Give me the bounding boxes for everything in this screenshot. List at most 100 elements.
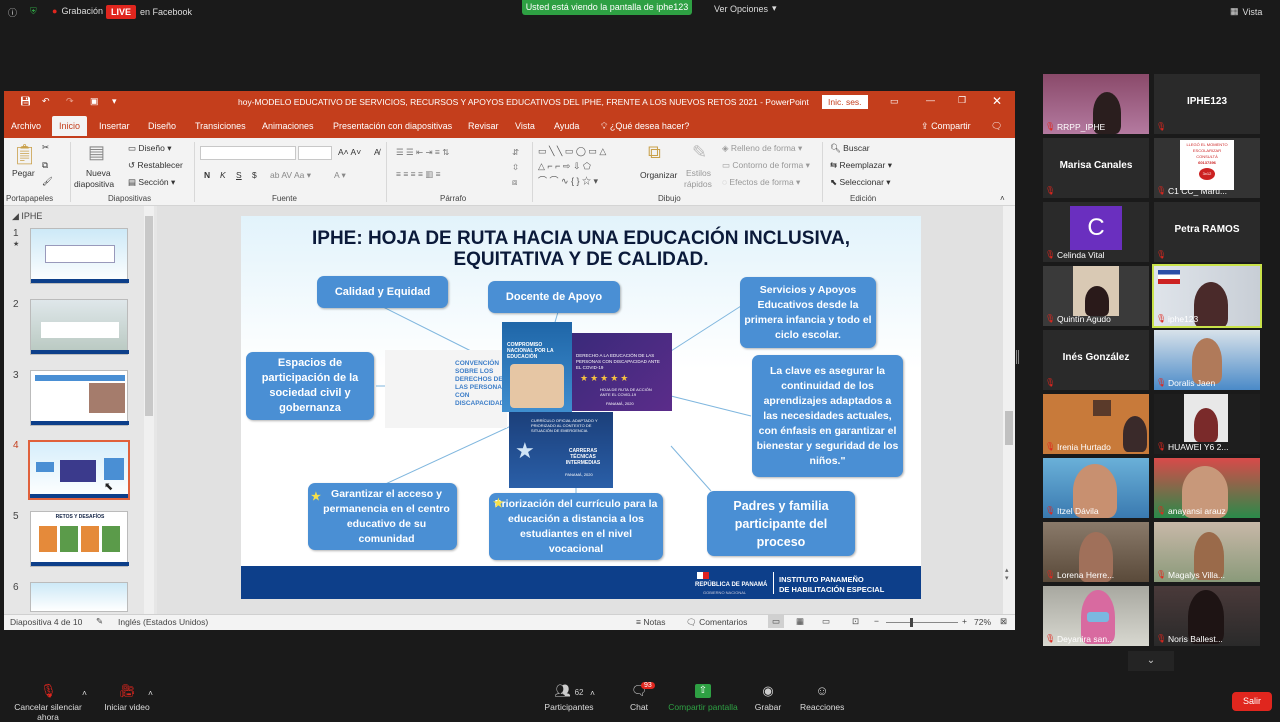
view-options-menu[interactable]: Ver Opciones ▾ [714, 3, 777, 14]
slide-thumbnail-1[interactable] [30, 228, 129, 284]
participant-tile[interactable]: 🎙︎ Noris Ballest... [1154, 586, 1260, 646]
participants-options-caret[interactable]: ˄ [590, 688, 595, 698]
normal-view-icon[interactable]: ▭ [768, 615, 785, 628]
tab-inicio[interactable]: Inicio [52, 116, 88, 136]
slide-thumbnail-6[interactable] [30, 582, 128, 612]
zoom-level[interactable]: 72% [974, 617, 991, 627]
participant-tile[interactable]: IPHE123 🎙︎ [1154, 74, 1260, 134]
participant-tile[interactable]: 🎙︎ Doralis Jaen [1154, 330, 1260, 390]
thumbnail-scrollbar[interactable] [144, 206, 154, 614]
tab-vista[interactable]: Vista [508, 119, 542, 133]
participant-tile[interactable]: 🎙︎ anayansi arauz [1154, 458, 1260, 518]
slide-thumbnail-4-selected[interactable] [28, 440, 130, 500]
align-text-icon[interactable]: ⇳ [512, 162, 519, 173]
tell-me-search[interactable]: 💡︎ ¿Qué desea hacer? [594, 119, 696, 134]
minimize-icon[interactable]: — [926, 95, 935, 105]
reset-button[interactable]: ↺ Restablecer [128, 160, 183, 171]
bullets-icon[interactable]: ☰ ☰ ⇤ ⇥ ≡ ⇅ [396, 147, 449, 158]
shapes-gallery[interactable]: ▭ ╲ ╲ ▭ ◯ ▭ △ △ ⌐ ⌐ ⇨ ⇩ ⬠ ⌒ ⌒ ∿ { } ☆ ▾ [538, 144, 606, 189]
quick-styles-label[interactable]: rápidos [684, 179, 712, 189]
chevron-down-icon[interactable]: ⌄ [1128, 651, 1174, 671]
tab-diseno[interactable]: Diseño [141, 119, 183, 133]
font-size-input[interactable] [298, 146, 332, 160]
align-icons[interactable]: ≡ ≡ ≡ ≡ ▥ ≡ [396, 169, 441, 180]
recording-indicator[interactable]: ● Grabación [52, 6, 103, 16]
layout-button[interactable]: ▭ Diseño ▾ [128, 143, 172, 154]
italic-button[interactable]: K [220, 170, 226, 180]
info-icon[interactable]: ⓘ [8, 6, 17, 19]
font-spacing-icon[interactable]: ab AV Aa ▾ [270, 170, 311, 181]
notes-button[interactable]: ≡ Notas [636, 617, 666, 627]
participant-tile[interactable]: 🎙︎ Lorena Herre... [1043, 522, 1149, 582]
tab-transiciones[interactable]: Transiciones [188, 119, 253, 133]
new-slide-button[interactable]: Nueva [86, 168, 111, 178]
participant-tile[interactable]: 🎙︎ Quintín Agudo [1043, 266, 1149, 326]
restore-icon[interactable]: ❐ [958, 95, 966, 106]
font-color-icon[interactable]: A ▾ [334, 170, 346, 181]
tab-presentacion[interactable]: Presentación con diapositivas [326, 119, 459, 133]
arrange-icon[interactable]: ⧉ [648, 142, 661, 163]
reactions-button[interactable]: ☺ Reacciones [800, 684, 844, 713]
section-header[interactable]: ◢ IPHE [12, 211, 42, 222]
slide-thumbnail-3[interactable] [30, 370, 129, 426]
shape-outline-button[interactable]: ▭ Contorno de forma ▾ [722, 160, 810, 171]
participant-tile[interactable]: 🎙︎ Magalys Villa... [1154, 522, 1260, 582]
tab-animaciones[interactable]: Animaciones [255, 119, 321, 133]
quick-styles-button[interactable]: Estilos [686, 168, 711, 178]
undo-icon[interactable]: ↶ [42, 96, 50, 107]
slide-sorter-icon[interactable]: ▦ [796, 616, 804, 627]
find-button[interactable]: 🔍︎ Buscar [830, 143, 870, 154]
participant-tile[interactable]: 🎙︎ HUAWEI Y6 2... [1154, 394, 1260, 454]
new-slide-label[interactable]: diapositiva [74, 179, 114, 189]
ribbon-display-icon[interactable]: ▭ [890, 96, 899, 107]
participant-tile[interactable]: 🎙︎ Itzel Dávila [1043, 458, 1149, 518]
sign-in-button[interactable]: Inic. ses. [822, 95, 868, 109]
slide-scrollbar[interactable]: ▴ ▾ [1003, 206, 1015, 614]
audio-options-caret[interactable]: ˄ [82, 688, 87, 698]
strikethrough-button[interactable]: $ [252, 170, 257, 180]
copy-icon[interactable]: ⧉ [42, 160, 48, 171]
participant-tile[interactable]: LLEGÓ EL MOMENTO ESCOLARIZAR CONSULTÁ 60137… [1154, 138, 1260, 198]
share-button[interactable]: ⇪ Compartir [914, 119, 978, 134]
mute-button[interactable]: 🎙︎ Cancelar silenciar ahora [4, 684, 92, 722]
underline-button[interactable]: S [236, 170, 242, 180]
format-painter-icon[interactable]: 🖌︎ [42, 176, 53, 187]
tab-revisar[interactable]: Revisar [461, 119, 506, 133]
language-label[interactable]: Inglés (Estados Unidos) [118, 617, 208, 627]
redo-icon[interactable]: ↷ [66, 96, 74, 107]
spellcheck-icon[interactable]: ✎ [96, 616, 103, 627]
zoom-in-icon[interactable]: + [962, 616, 967, 626]
record-button[interactable]: ◉ Grabar [754, 684, 782, 713]
leave-button[interactable]: Salir [1232, 692, 1272, 711]
save-icon[interactable]: 💾︎ [20, 96, 31, 107]
zoom-out-icon[interactable]: − [874, 616, 879, 626]
section-button[interactable]: ▤ Sección ▾ [128, 177, 175, 188]
clear-format-icon[interactable]: A̸ [374, 147, 380, 157]
tab-ayuda[interactable]: Ayuda [547, 119, 586, 133]
paste-button[interactable]: Pegar [12, 168, 35, 178]
participant-tile[interactable]: 🎙︎ Deyanira san... [1043, 586, 1149, 646]
participant-tile[interactable]: Petra RAMOS 🎙︎ [1154, 202, 1260, 262]
participant-tile-active-speaker[interactable]: 🎙︎ iphe123 [1152, 264, 1262, 328]
participants-button[interactable]: 👥︎ 62 Participantes [544, 684, 594, 713]
close-icon[interactable]: ✕ [992, 94, 1002, 108]
quick-styles-icon[interactable]: ✎ [692, 142, 707, 163]
start-presentation-icon[interactable]: ▣ [90, 96, 99, 107]
current-slide[interactable]: IPHE: HOJA DE RUTA HACIA UNA EDUCACIÓN I… [241, 216, 921, 599]
zoom-slider[interactable] [886, 618, 958, 627]
share-screen-button[interactable]: ⇧ Compartir pantalla [668, 684, 738, 712]
chat-button[interactable]: 🗨︎ Chat 93 [626, 682, 655, 712]
select-button[interactable]: ⬉ Seleccionar ▾ [830, 177, 891, 188]
participant-tile[interactable]: Inés González 🎙︎ [1043, 330, 1149, 390]
view-toggle[interactable]: ▦ Vista [1230, 6, 1262, 17]
bold-button[interactable]: N [204, 170, 210, 180]
customize-toolbar-icon[interactable]: ▾ [112, 96, 117, 107]
shield-icon[interactable]: ⛨ [30, 6, 37, 17]
comments-icon[interactable]: 🗨︎ [984, 119, 1009, 134]
font-name-input[interactable] [200, 146, 296, 160]
comments-button[interactable]: 🗨︎ Comentarios [686, 617, 747, 628]
panel-resize-handle[interactable] [1016, 350, 1019, 364]
slideshow-icon[interactable]: ⊡ [852, 616, 859, 627]
tab-insertar[interactable]: Insertar [92, 119, 137, 133]
tab-archivo[interactable]: Archivo [4, 119, 48, 133]
